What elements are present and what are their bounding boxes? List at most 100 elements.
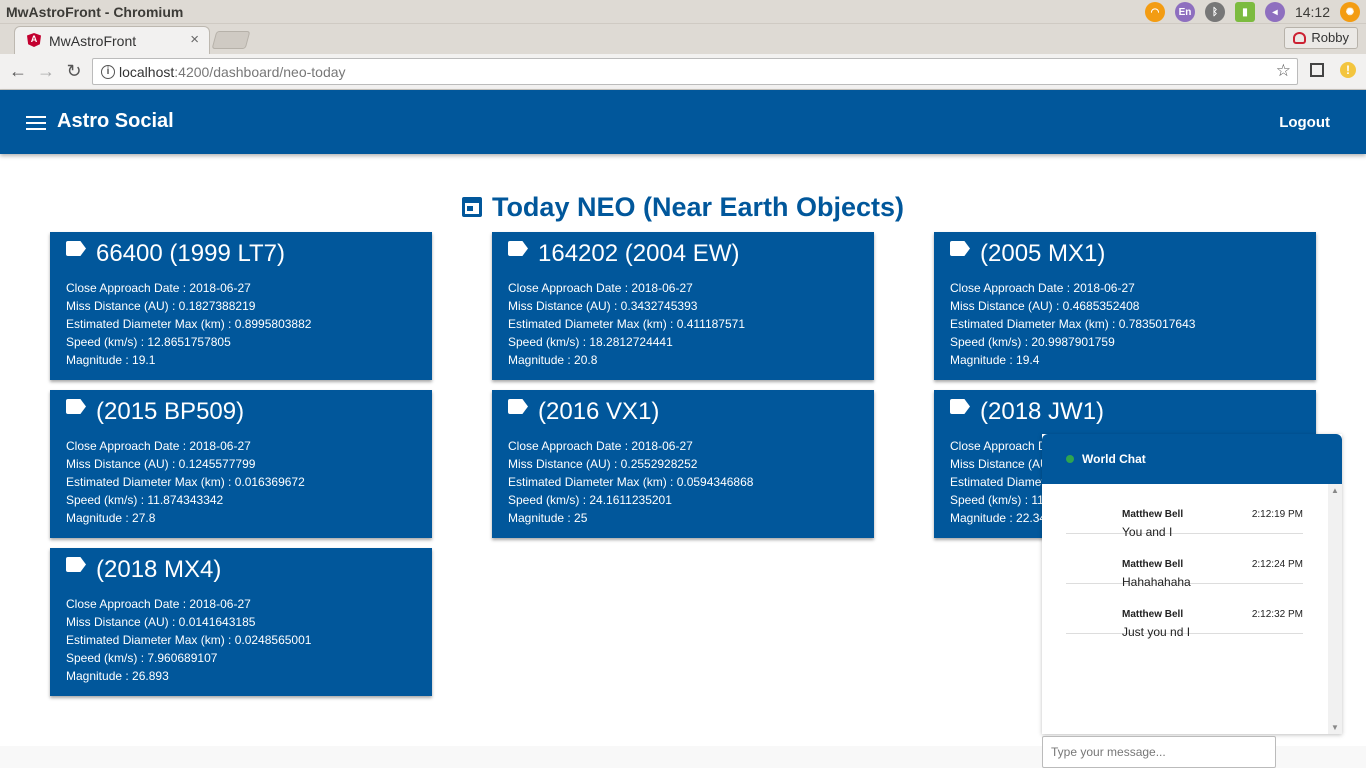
neo-name: 66400 (1999 LT7) — [96, 240, 286, 267]
wifi-icon[interactable]: ◠ — [1144, 2, 1165, 22]
power-settings-icon[interactable]: ✺ — [1340, 2, 1360, 22]
app-toolbar: Astro Social Logout — [0, 90, 1366, 154]
clock[interactable]: 14:12 — [1295, 4, 1330, 20]
neo-name: 164202 (2004 EW) — [538, 240, 740, 267]
miss-distance: Miss Distance (AU) : 0.1245577799 — [66, 457, 256, 471]
label-icon — [66, 399, 86, 414]
estimated-diameter: Estimated Diameter Max (km) : 0.89958038… — [66, 317, 312, 331]
close-approach-date: Close Approach Date : 2018-06-27 — [508, 439, 693, 453]
chat-scrollbar[interactable]: ▲ ▼ — [1328, 484, 1342, 734]
profile-button[interactable]: Robby — [1284, 27, 1358, 49]
neo-card[interactable]: (2015 BP509) Close Approach Date : 2018-… — [50, 390, 432, 538]
close-approach-date: Close Approach Date : 2018-06-27 — [66, 439, 251, 453]
close-approach-date: Close Approach Date : 2018-06-27 — [950, 281, 1135, 295]
chat-message: Matthew Bell 2:12:19 PM You and I — [1066, 484, 1303, 539]
miss-distance: Miss Distance (AU) : 0.2552928252 — [508, 457, 698, 471]
page-title: Today NEO (Near Earth Objects) — [0, 192, 1366, 223]
message-text: Just you nd I — [1122, 625, 1191, 639]
magnitude: Magnitude : 20.8 — [508, 353, 598, 367]
profile-icon — [1293, 32, 1307, 44]
estimated-diameter: Estimated Diameter Max (km) : 0.05943468… — [508, 475, 754, 489]
chat-message: Matthew Bell 2:12:24 PM Hahahahaha — [1066, 534, 1303, 589]
neo-card[interactable]: (2016 VX1) Close Approach Date : 2018-06… — [492, 390, 874, 538]
new-tab-button[interactable] — [211, 31, 251, 49]
estimated-diameter: Estimated Diameter Max (km) : 0.02485650… — [66, 633, 312, 647]
bookmark-star-icon[interactable]: ☆ — [1276, 61, 1291, 81]
url-text[interactable]: localhost:4200/dashboard/neo-today — [119, 64, 346, 80]
magnitude: Magnitude : 27.8 — [66, 511, 156, 525]
chat-message: Matthew Bell 2:12:32 PM Just you nd I — [1066, 584, 1303, 639]
site-info-icon[interactable]: i — [101, 65, 115, 79]
miss-distance: Miss Distance (AU) : 0.0141643185 — [66, 615, 256, 629]
magnitude: Magnitude : 19.1 — [66, 353, 156, 367]
logout-button[interactable]: Logout — [1279, 114, 1330, 131]
reload-icon[interactable]: ↻ — [62, 60, 86, 84]
magnitude: Magnitude : 25 — [508, 511, 588, 525]
miss-distance: Miss Distance (AU) : 0.4685352408 — [950, 299, 1140, 313]
neo-card[interactable]: (2005 MX1) Close Approach Date : 2018-06… — [934, 232, 1316, 380]
forward-arrow-icon[interactable]: → — [34, 60, 58, 84]
message-author: Matthew Bell — [1122, 609, 1184, 620]
extension-alert-icon[interactable]: ! — [1340, 62, 1356, 78]
label-icon — [508, 241, 528, 256]
miss-distance: Miss Distance (AU) : 0.1827388219 — [66, 299, 256, 313]
page-title-text: Today NEO (Near Earth Objects) — [491, 192, 905, 222]
message-author: Matthew Bell — [1122, 509, 1184, 520]
chat-title: World Chat — [1082, 452, 1146, 466]
neo-name: (2016 VX1) — [538, 398, 660, 425]
chat-header[interactable]: World Chat — [1042, 434, 1342, 484]
message-author: Matthew Bell — [1122, 559, 1184, 570]
speed: Speed (km/s) : 24.1611235201 — [508, 493, 672, 507]
neo-card[interactable]: (2018 MX4) Close Approach Date : 2018-06… — [50, 548, 432, 696]
battery-icon[interactable]: ▮ — [1234, 2, 1255, 22]
speed: Speed (km/s) : 20.9987901759 — [950, 335, 1115, 349]
speed: Speed (km/s) : 18.2812724441 — [508, 335, 673, 349]
neo-name: (2018 JW1) — [980, 398, 1105, 425]
estimated-diameter: Estimated Diameter Max (km) : 0.41118757… — [508, 317, 745, 331]
speed: Speed (km/s) : 12.8651757805 — [66, 335, 231, 349]
qr-extension-icon[interactable] — [1310, 63, 1324, 77]
scroll-down-arrow-icon[interactable]: ▼ — [1331, 723, 1339, 732]
label-icon — [66, 557, 86, 572]
scroll-up-arrow-icon[interactable]: ▲ — [1331, 486, 1339, 495]
speed: Speed (km/s) : 11 — [950, 493, 1044, 507]
message-time: 2:12:19 PM — [1251, 509, 1303, 520]
label-icon — [66, 241, 86, 256]
browser-tab-strip: A MwAstroFront × Robby — [0, 24, 1366, 54]
os-title-bar: MwAstroFront - Chromium ◠ En ᛒ ▮ ◂ 14:12… — [0, 0, 1366, 24]
neo-card[interactable]: 66400 (1999 LT7) Close Approach Date : 2… — [50, 232, 432, 380]
close-approach-date: Close Approach Date : 2018-06-27 — [66, 597, 251, 611]
world-chat-panel: World Chat Matthew Bell 2:12:19 PM You a… — [1042, 434, 1342, 734]
close-approach-date: Close Approach Date : 2018-06-27 — [66, 281, 251, 295]
label-icon — [508, 399, 528, 414]
back-arrow-icon[interactable]: ← — [6, 60, 30, 84]
label-icon — [950, 399, 970, 414]
bluetooth-icon[interactable]: ᛒ — [1204, 2, 1225, 22]
neo-name: (2018 MX4) — [96, 556, 222, 583]
neo-card[interactable]: 164202 (2004 EW) Close Approach Date : 2… — [492, 232, 874, 380]
tab-title: MwAstroFront — [49, 33, 137, 49]
speed: Speed (km/s) : 7.960689107 — [66, 651, 218, 665]
estimated-diameter: Estimated Diameter Max (km) : 0.78350176… — [950, 317, 1196, 331]
speed: Speed (km/s) : 11.874343342 — [66, 493, 224, 507]
url-host: localhost — [119, 64, 175, 80]
message-time: 2:12:24 PM — [1251, 559, 1303, 570]
menu-icon[interactable] — [26, 116, 46, 130]
volume-icon[interactable]: ◂ — [1264, 2, 1285, 22]
browser-tab-active[interactable]: A MwAstroFront × — [14, 26, 210, 54]
magnitude: Magnitude : 26.893 — [66, 669, 169, 683]
neo-name: (2015 BP509) — [96, 398, 245, 425]
keyboard-layout-indicator[interactable]: En — [1174, 2, 1195, 22]
chat-message-input[interactable] — [1042, 736, 1276, 768]
address-bar[interactable]: i localhost:4200/dashboard/neo-today ☆ — [92, 58, 1298, 85]
window-title: MwAstroFront - Chromium — [6, 4, 184, 20]
app-brand[interactable]: Astro Social — [57, 110, 174, 133]
estimated-diameter: Estimated Diameter Max (km) : 0.01636967… — [66, 475, 305, 489]
miss-distance: Miss Distance (AU — [950, 457, 1049, 471]
estimated-diameter: Estimated Diamete — [950, 475, 1052, 489]
system-tray: ◠ En ᛒ ▮ ◂ 14:12 ✺ — [1144, 2, 1360, 22]
tab-close-icon[interactable]: × — [190, 31, 199, 48]
neo-name: (2005 MX1) — [980, 240, 1106, 267]
url-path: :4200/dashboard/neo-today — [174, 64, 346, 80]
angular-favicon-icon: A — [27, 33, 41, 47]
